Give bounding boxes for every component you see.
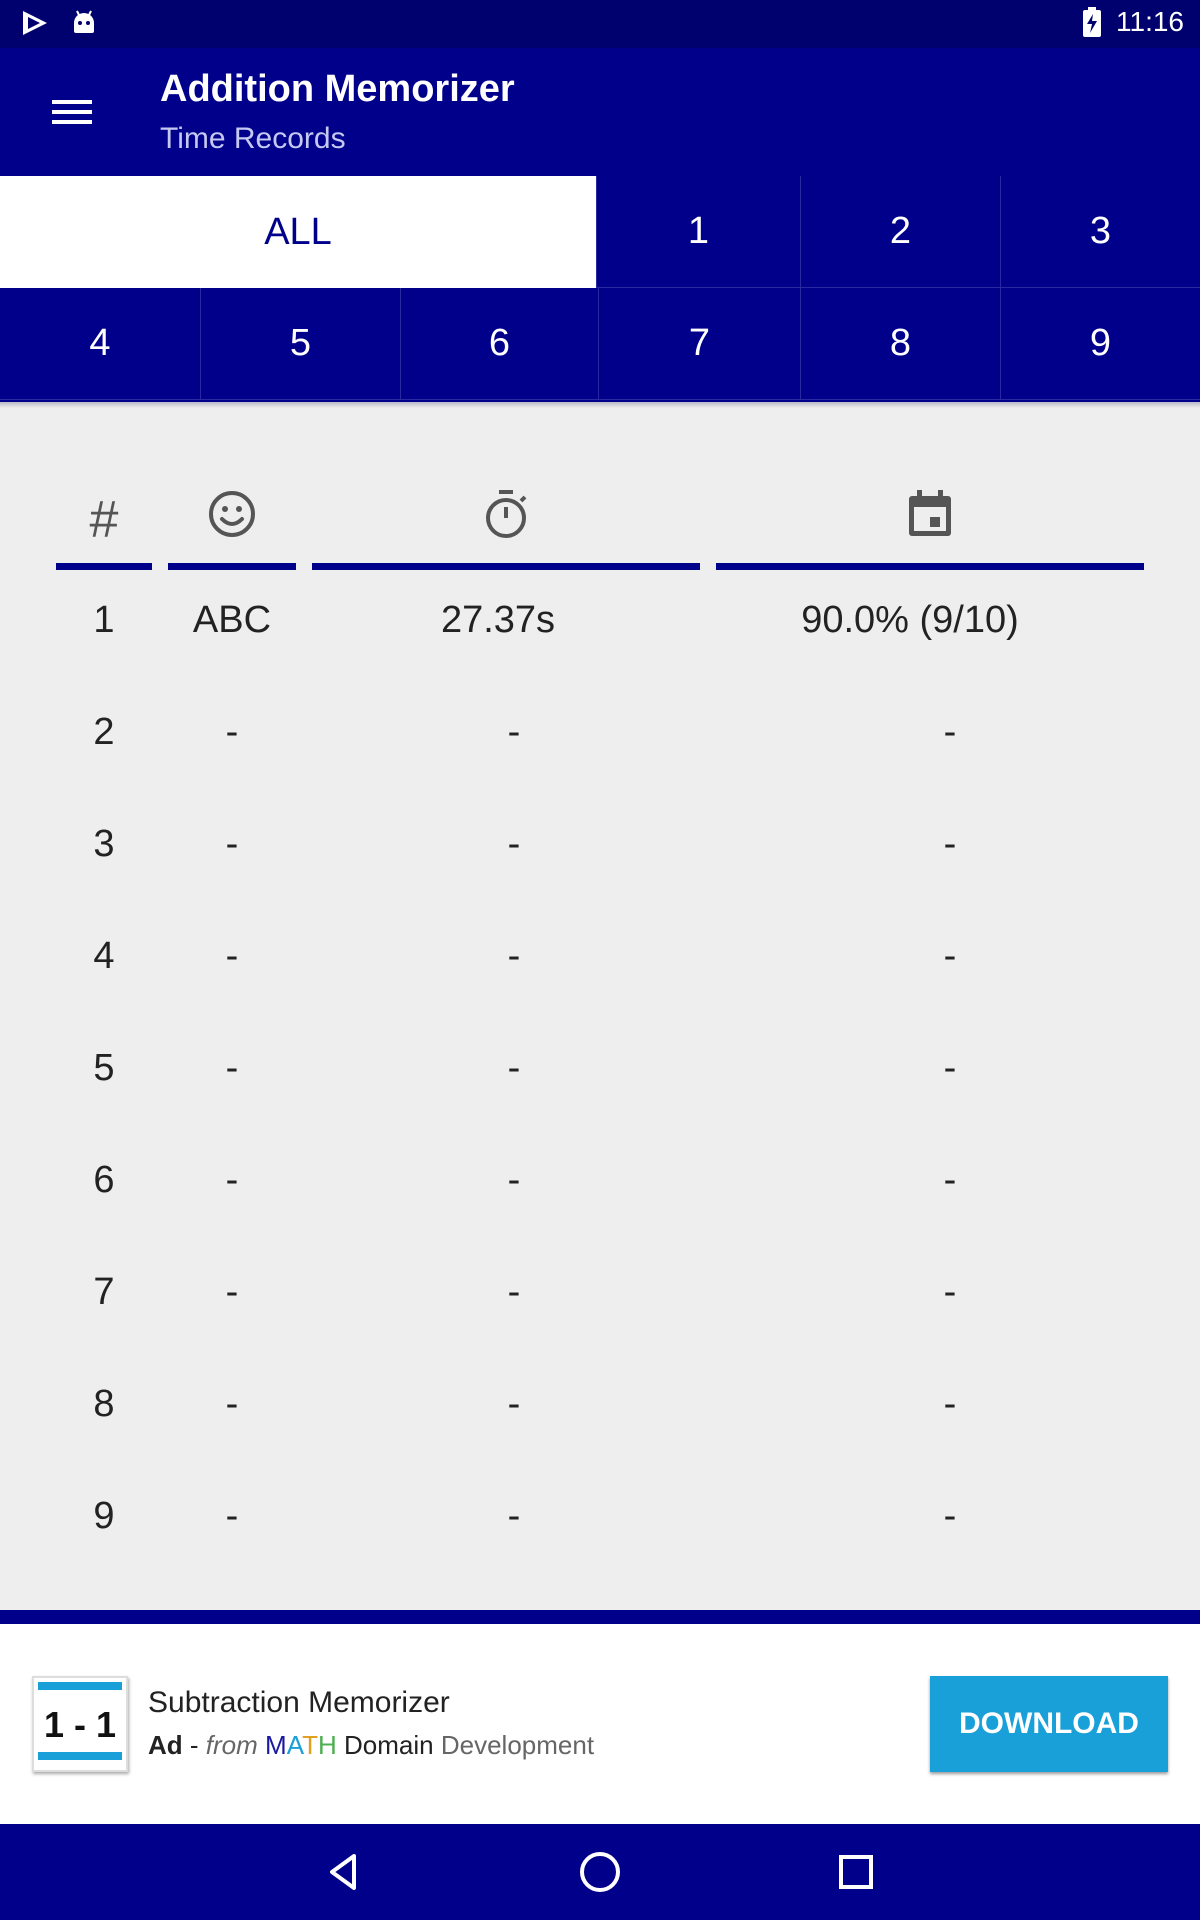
time-cell: - <box>507 1383 521 1425</box>
name-cell: - <box>225 1047 239 1089</box>
recents-icon[interactable] <box>826 1842 886 1902</box>
rank-cell: 7 <box>93 1271 115 1313</box>
level-tabs: ALL 1 2 3 4 5 6 7 8 9 <box>0 176 1200 402</box>
ad-attribution: Ad - from MATH Domain Development <box>148 1730 594 1761</box>
tab-all[interactable]: ALL <box>0 176 596 288</box>
time-cell: - <box>507 1159 521 1201</box>
ad-banner[interactable]: 1 - 1 Subtraction Memorizer Ad - from MA… <box>0 1624 1200 1824</box>
calendar-icon <box>906 489 954 552</box>
time-cell: - <box>507 1047 521 1089</box>
score-cell: - <box>943 1159 957 1201</box>
tab-8[interactable]: 8 <box>800 288 1000 400</box>
tab-4[interactable]: 4 <box>0 288 200 400</box>
smiley-icon <box>207 489 257 552</box>
clock: 11:16 <box>1116 6 1184 37</box>
rank-cell: 9 <box>93 1495 115 1537</box>
ad-domain: Domain <box>344 1730 434 1760</box>
name-cell: - <box>225 1159 239 1201</box>
rank-cell: 8 <box>93 1383 115 1425</box>
app-subtitle: Time Records <box>160 122 346 155</box>
time-cell: - <box>507 823 521 865</box>
rank-cell: 1 <box>93 599 115 641</box>
ad-separator: - <box>182 1730 206 1760</box>
stopwatch-icon <box>483 489 529 552</box>
name-cell: - <box>225 1383 239 1425</box>
navigation-bar <box>0 1824 1200 1920</box>
rank-header: # <box>56 470 152 570</box>
tab-3[interactable]: 3 <box>1000 176 1200 288</box>
score-cell: 90.0% (9/10) <box>801 599 1019 641</box>
rank-cell: 6 <box>93 1159 115 1201</box>
time-cell: - <box>507 1271 521 1313</box>
ad-brand-letter: H <box>318 1730 337 1760</box>
menu-icon[interactable] <box>36 88 108 136</box>
records-table: # 1 ABC 27.37s 90.0% (9/10) 2 - - - 3 - - - 4 - - - 5 - - -… <box>0 408 1200 1608</box>
tab-5[interactable]: 5 <box>200 288 400 400</box>
rank-cell: 4 <box>93 935 115 977</box>
ad-brand-letter: M <box>265 1730 287 1760</box>
ad-developer: Development <box>440 1730 595 1760</box>
score-cell: - <box>943 1383 957 1425</box>
time-cell: - <box>507 935 521 977</box>
tab-7[interactable]: 7 <box>598 288 800 400</box>
score-cell: - <box>943 1047 957 1089</box>
name-cell: - <box>225 823 239 865</box>
app-bar: Addition Memorizer Time Records <box>0 48 1200 176</box>
score-cell: - <box>943 1271 957 1313</box>
tab-9[interactable]: 9 <box>1000 288 1200 400</box>
time-header <box>312 470 700 570</box>
tab-6[interactable]: 6 <box>400 288 598 400</box>
app-screen: 11:16 Addition Memorizer Time Records AL… <box>0 0 1200 1920</box>
name-cell: - <box>225 1495 239 1537</box>
battery-charging-icon <box>1082 7 1102 37</box>
date-header <box>716 470 1144 570</box>
ad-divider <box>0 1610 1200 1624</box>
rank-cell: 5 <box>93 1047 115 1089</box>
ad-logo-text: 1 - 1 <box>43 1704 117 1745</box>
rank-cell: 3 <box>93 823 115 865</box>
home-icon[interactable] <box>570 1842 630 1902</box>
score-cell: - <box>943 935 957 977</box>
score-cell: - <box>943 711 957 753</box>
name-cell: ABC <box>192 599 272 641</box>
time-cell: - <box>507 711 521 753</box>
ad-brand-letter: T <box>302 1730 318 1760</box>
tab-1[interactable]: 1 <box>596 176 800 288</box>
download-button[interactable]: DOWNLOAD <box>930 1676 1168 1772</box>
ad-from: from <box>205 1730 258 1760</box>
time-cell: - <box>507 1495 521 1537</box>
status-bar: 11:16 <box>0 0 1200 48</box>
time-cell: 27.37s <box>440 599 556 641</box>
name-cell: - <box>225 711 239 753</box>
ad-title[interactable]: Subtraction Memorizer <box>148 1686 450 1720</box>
ad-label: Ad <box>148 1730 183 1760</box>
app-title: Addition Memorizer <box>160 68 515 110</box>
name-cell: - <box>225 1271 239 1313</box>
name-header <box>168 470 296 570</box>
name-cell: - <box>225 935 239 977</box>
play-store-icon <box>20 8 50 38</box>
android-icon <box>70 9 98 37</box>
score-cell: - <box>943 1495 957 1537</box>
ad-brand: MATH <box>265 1730 337 1760</box>
ad-app-logo[interactable]: 1 - 1 <box>32 1676 128 1772</box>
back-icon[interactable] <box>314 1842 374 1902</box>
tab-2[interactable]: 2 <box>800 176 1000 288</box>
ad-brand-letter: A <box>286 1730 303 1760</box>
rank-cell: 2 <box>93 711 115 753</box>
rank-header-label: # <box>89 491 119 549</box>
score-cell: - <box>943 823 957 865</box>
